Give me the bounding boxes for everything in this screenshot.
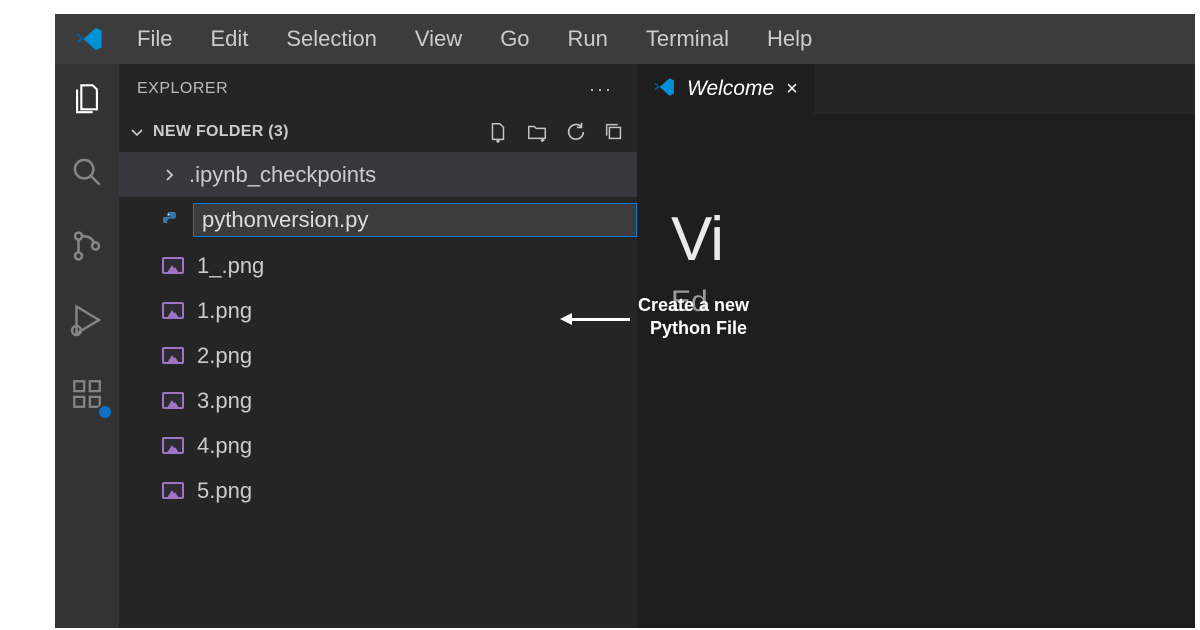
menu-help[interactable]: Help <box>763 24 816 54</box>
tab-label: Welcome <box>687 77 774 101</box>
vscode-logo-icon <box>75 25 103 53</box>
folder-header[interactable]: NEW FOLDER (3) <box>119 114 637 150</box>
collapse-all-icon[interactable] <box>603 121 625 143</box>
main-area: EXPLORER ··· NEW FOLDER (3) <box>55 64 1195 628</box>
python-file-icon <box>161 208 181 232</box>
extensions-update-badge-icon <box>97 404 113 420</box>
sidebar-title: EXPLORER <box>137 80 228 98</box>
vscode-window: File Edit Selection View Go Run Terminal… <box>55 14 1195 628</box>
explorer-sidebar: EXPLORER ··· NEW FOLDER (3) <box>119 64 637 628</box>
chevron-down-icon <box>129 124 145 140</box>
title-bar: File Edit Selection View Go Run Terminal… <box>55 14 1195 64</box>
close-icon[interactable]: × <box>786 78 798 101</box>
file-tree: .ipynb_checkpoints 1_.png 1.png <box>119 150 637 513</box>
image-file-icon <box>161 479 185 503</box>
tree-item-label: 2.png <box>197 343 252 369</box>
tree-file-3-png[interactable]: 3.png <box>119 378 637 423</box>
sidebar-header: EXPLORER ··· <box>119 64 637 114</box>
tree-file-5-png[interactable]: 5.png <box>119 468 637 513</box>
explorer-icon[interactable] <box>67 78 107 118</box>
menu-file[interactable]: File <box>133 24 176 54</box>
image-file-icon <box>161 299 185 323</box>
new-folder-icon[interactable] <box>525 121 549 143</box>
menu-run[interactable]: Run <box>564 24 612 54</box>
new-file-name-input[interactable] <box>193 203 637 237</box>
welcome-editor: Vi Ed <box>637 114 1195 628</box>
tree-item-label: 5.png <box>197 478 252 504</box>
refresh-icon[interactable] <box>565 121 587 143</box>
source-control-icon[interactable] <box>67 226 107 266</box>
vscode-logo-icon <box>653 76 675 103</box>
extensions-icon-wrap <box>67 374 107 414</box>
menu-edit[interactable]: Edit <box>206 24 252 54</box>
tab-welcome[interactable]: Welcome × <box>637 64 814 114</box>
welcome-heading: Vi <box>671 204 1195 275</box>
tree-file-2-png[interactable]: 2.png <box>119 333 637 378</box>
image-file-icon <box>161 254 185 278</box>
tree-item-label: 1_.png <box>197 253 264 279</box>
menu-selection[interactable]: Selection <box>282 24 381 54</box>
run-debug-icon[interactable] <box>67 300 107 340</box>
folder-toolbar <box>487 121 625 143</box>
tree-file-1underscore-png[interactable]: 1_.png <box>119 243 637 288</box>
folder-header-left: NEW FOLDER (3) <box>129 123 289 141</box>
menu-view[interactable]: View <box>411 24 466 54</box>
welcome-subheading: Ed <box>671 285 1195 319</box>
tree-folder-ipynb-checkpoints[interactable]: .ipynb_checkpoints <box>119 152 637 197</box>
tree-file-4-png[interactable]: 4.png <box>119 423 637 468</box>
chevron-right-icon <box>161 167 177 183</box>
image-file-icon <box>161 389 185 413</box>
activity-bar <box>55 64 119 628</box>
tree-item-label: 4.png <box>197 433 252 459</box>
image-file-icon <box>161 434 185 458</box>
menu-go[interactable]: Go <box>496 24 533 54</box>
tree-item-label: .ipynb_checkpoints <box>189 162 376 188</box>
menu-terminal[interactable]: Terminal <box>642 24 733 54</box>
tree-item-label: 1.png <box>197 298 252 324</box>
workspace-folder-label: NEW FOLDER (3) <box>153 123 289 141</box>
image-file-icon <box>161 344 185 368</box>
tree-file-1-png[interactable]: 1.png <box>119 288 637 333</box>
editor-area: Welcome × Vi Ed <box>637 64 1195 628</box>
tab-bar: Welcome × <box>637 64 1195 114</box>
search-icon[interactable] <box>67 152 107 192</box>
tree-item-label: 3.png <box>197 388 252 414</box>
new-file-row <box>119 197 637 243</box>
new-file-icon[interactable] <box>487 121 509 143</box>
sidebar-more-icon[interactable]: ··· <box>589 79 619 100</box>
